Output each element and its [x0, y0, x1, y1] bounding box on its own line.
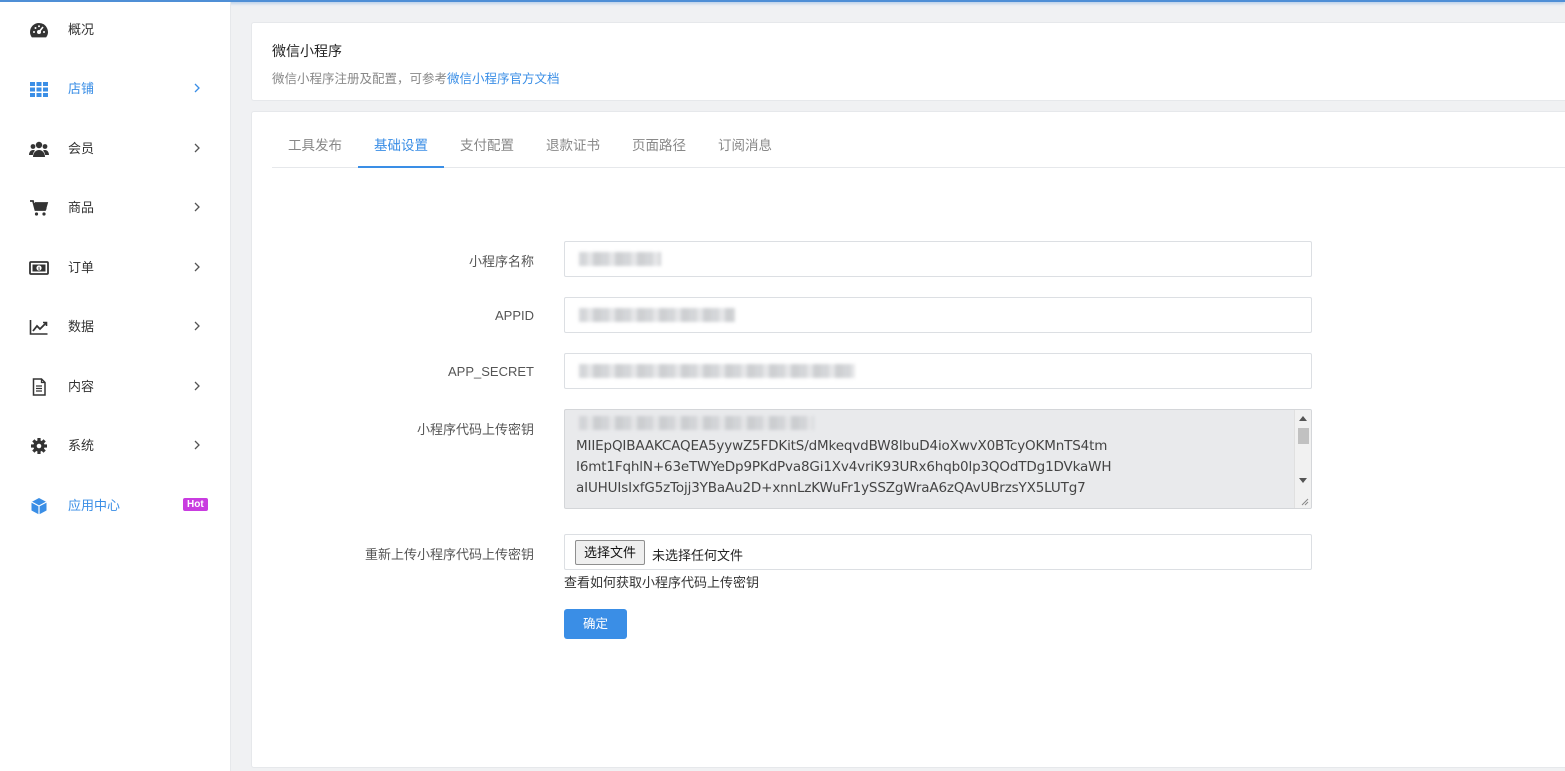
line-chart-icon — [28, 318, 50, 336]
app-secret-input[interactable] — [564, 353, 1312, 389]
sidebar-item-orders[interactable]: $ 订单 — [0, 248, 231, 288]
official-docs-link[interactable]: 微信小程序官方文档 — [447, 72, 560, 86]
sidebar-item-label: 订单 — [68, 260, 95, 275]
redacted-value — [579, 252, 661, 266]
file-upload-field[interactable]: 选择文件 未选择任何文件 — [564, 534, 1312, 570]
name-label: 小程序名称 — [468, 254, 534, 269]
tab-page-path[interactable]: 页面路径 — [616, 132, 702, 168]
scroll-up-icon[interactable] — [1299, 416, 1307, 421]
sidebar-item-store[interactable]: 店铺 — [0, 69, 231, 109]
scroll-thumb[interactable] — [1298, 428, 1309, 444]
sidebar-item-label: 商品 — [68, 200, 95, 215]
name-input[interactable] — [564, 241, 1312, 277]
help-get-key-link[interactable]: 查看如何获取小程序代码上传密钥 — [564, 572, 759, 591]
svg-text:$: $ — [38, 266, 41, 272]
chevron-right-icon — [193, 142, 201, 154]
sidebar-item-label: 店铺 — [68, 81, 95, 96]
sidebar-item-products[interactable]: 商品 — [0, 188, 231, 228]
sidebar-item-label: 应用中心 — [68, 498, 121, 513]
chevron-right-icon — [193, 82, 201, 94]
sidebar-item-app-center[interactable]: 应用中心 Hot — [0, 486, 231, 526]
tab-basic-settings[interactable]: 基础设置 — [358, 132, 444, 168]
page-title: 微信小程序 — [272, 43, 342, 59]
appid-label: APPID — [494, 308, 534, 323]
document-icon — [28, 378, 50, 396]
sidebar-item-label: 系统 — [68, 438, 95, 453]
top-accent-line — [0, 0, 1565, 2]
tab-refund-cert[interactable]: 退款证书 — [530, 132, 616, 168]
appid-input[interactable] — [564, 297, 1312, 333]
chevron-right-icon — [193, 380, 201, 392]
sidebar: 概况 店铺 会员 商品 $ 订单 数据 内容 系统 应用中心 Hot — [0, 2, 231, 771]
redacted-value — [579, 308, 735, 322]
upload-key-label: 小程序代码上传密钥 — [416, 422, 534, 437]
hot-badge: Hot — [183, 498, 208, 511]
page-subtitle: 微信小程序注册及配置，可参考微信小程序官方文档 — [272, 68, 560, 87]
chevron-right-icon — [193, 261, 201, 273]
tab-payment-config[interactable]: 支付配置 — [444, 132, 530, 168]
chevron-right-icon — [193, 439, 201, 451]
textarea-scrollbar[interactable] — [1294, 410, 1311, 508]
confirm-button[interactable]: 确定 — [564, 609, 627, 639]
tab-bar: 工具发布 基础设置 支付配置 退款证书 页面路径 订阅消息 — [272, 132, 1565, 168]
money-icon: $ — [28, 259, 50, 277]
gear-icon — [28, 437, 50, 455]
sidebar-item-system[interactable]: 系统 — [0, 426, 231, 466]
tab-subscribe-message[interactable]: 订阅消息 — [702, 132, 788, 168]
sidebar-item-members[interactable]: 会员 — [0, 129, 231, 169]
upload-key-textarea[interactable]: MIIEpQIBAAKCAQEA5yywZ5FDKitS/dMkeqvdBW8l… — [564, 409, 1312, 509]
grid-icon — [28, 80, 50, 98]
settings-card: 工具发布 基础设置 支付配置 退款证书 页面路径 订阅消息 小程序名称 APPI… — [251, 111, 1565, 768]
sidebar-item-label: 概况 — [68, 22, 95, 37]
redacted-value — [579, 416, 814, 430]
subtitle-text: 微信小程序注册及配置，可参考 — [272, 72, 448, 86]
sidebar-item-content[interactable]: 内容 — [0, 367, 231, 407]
users-icon — [28, 140, 50, 158]
file-status-text: 未选择任何文件 — [652, 548, 744, 563]
upload-key-text: MIIEpQIBAAKCAQEA5yywZ5FDKitS/dMkeqvdBW8l… — [576, 438, 1112, 496]
secret-label: APP_SECRET — [448, 364, 534, 379]
chevron-right-icon — [193, 320, 201, 332]
resize-handle-icon[interactable] — [1299, 496, 1309, 506]
cube-icon — [28, 497, 50, 515]
chevron-right-icon — [193, 201, 201, 213]
redacted-value — [579, 364, 855, 378]
sidebar-item-label: 数据 — [68, 319, 95, 334]
sidebar-item-data[interactable]: 数据 — [0, 307, 231, 347]
dashboard-icon — [28, 21, 50, 39]
page-header-card: 微信小程序 微信小程序注册及配置，可参考微信小程序官方文档 — [251, 22, 1565, 101]
sidebar-item-overview[interactable]: 概况 — [0, 10, 231, 50]
scroll-down-icon[interactable] — [1299, 478, 1307, 483]
choose-file-button[interactable]: 选择文件 — [575, 540, 646, 565]
sidebar-item-label: 内容 — [68, 379, 95, 394]
reupload-label: 重新上传小程序代码上传密钥 — [364, 547, 534, 562]
sidebar-item-label: 会员 — [68, 141, 95, 156]
tab-tool-release[interactable]: 工具发布 — [272, 132, 358, 168]
cart-icon — [28, 199, 50, 217]
